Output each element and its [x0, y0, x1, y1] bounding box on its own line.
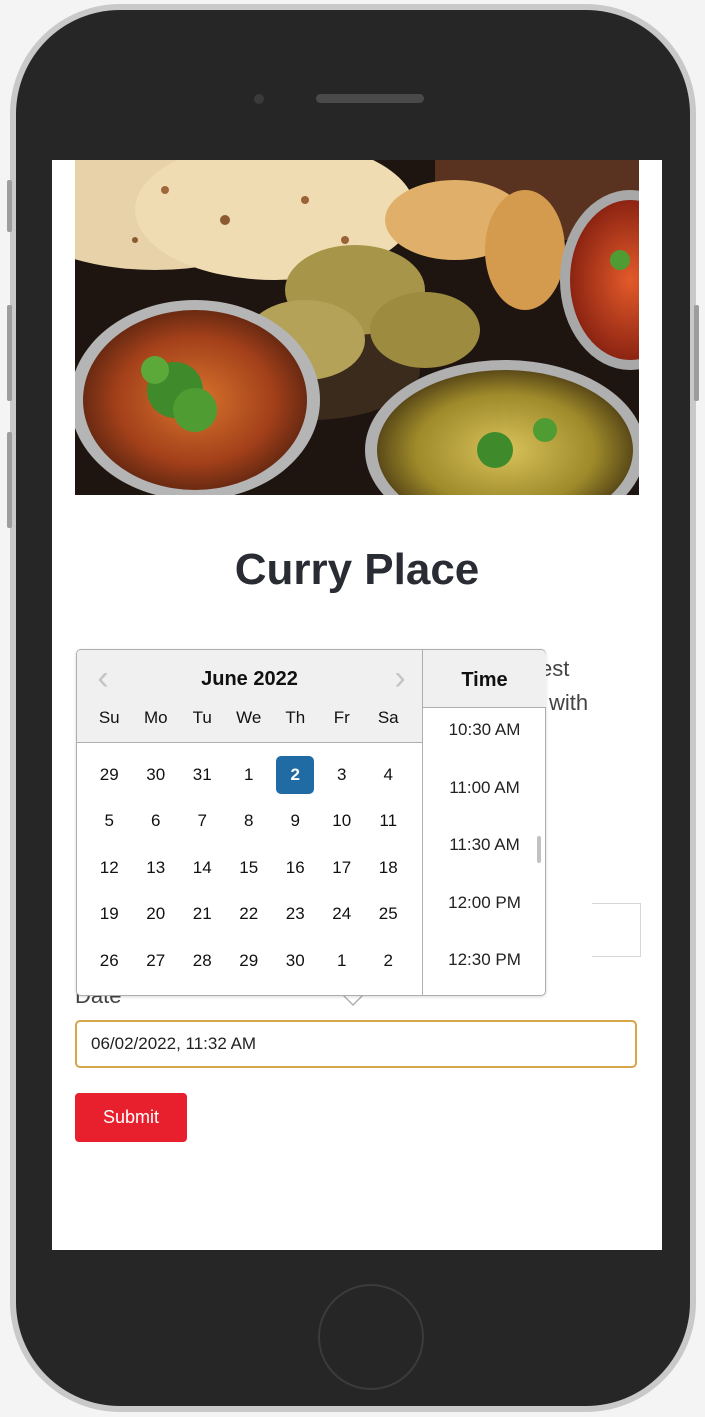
calendar-day[interactable]: 12: [90, 849, 128, 887]
calendar-day[interactable]: 29: [90, 756, 128, 794]
calendar-day[interactable]: 30: [276, 942, 314, 980]
time-option[interactable]: 11:00 AM: [423, 766, 546, 824]
phone-screen: Curry Place est l with Date Submit ‹ Jun…: [52, 160, 662, 1250]
date-field[interactable]: [75, 1020, 637, 1068]
calendar-day[interactable]: 25: [369, 895, 407, 933]
time-option[interactable]: 12:30 PM: [423, 938, 546, 996]
weekday-label: Tu: [192, 708, 212, 727]
calendar-day[interactable]: 17: [323, 849, 361, 887]
speaker-grille: [316, 94, 424, 103]
calendar-day[interactable]: 19: [90, 895, 128, 933]
calendar-days-grid: 29 30 31 1 2 3 4 5 6 7 8 9 10 11 12 13 1…: [86, 756, 412, 988]
calendar-day[interactable]: 24: [323, 895, 361, 933]
calendar-day[interactable]: 26: [90, 942, 128, 980]
calendar-day[interactable]: 28: [183, 942, 221, 980]
calendar-day[interactable]: 15: [230, 849, 268, 887]
weekday-label: We: [236, 708, 262, 727]
calendar-day-selected[interactable]: 2: [276, 756, 315, 794]
chevron-right-icon[interactable]: ›: [385, 658, 415, 698]
side-button-volume-up: [7, 305, 12, 401]
calendar-day[interactable]: 23: [276, 895, 314, 933]
calendar-day[interactable]: 1: [323, 942, 361, 980]
weekday-label: Fr: [333, 708, 350, 727]
calendar-day[interactable]: 14: [183, 849, 221, 887]
side-button-mute: [7, 180, 12, 232]
calendar-day[interactable]: 30: [137, 756, 175, 794]
side-button-power: [694, 305, 699, 401]
time-scrollbar[interactable]: [537, 836, 541, 863]
food-illustration: [75, 160, 639, 495]
month-label: June 2022: [201, 668, 298, 690]
hero-image: [75, 160, 639, 495]
time-option[interactable]: 10:30 AM: [423, 708, 546, 766]
time-list[interactable]: 10:30 AM 11:00 AM 11:30 AM 12:00 PM 12:3…: [423, 708, 546, 996]
calendar-week-row: 5 6 7 8 9 10 11: [86, 802, 412, 848]
submit-button[interactable]: Submit: [75, 1093, 187, 1142]
calendar-week-row: 12 13 14 15 16 17 18: [86, 849, 412, 895]
time-option[interactable]: 11:30 AM: [423, 823, 546, 881]
calendar-day[interactable]: 18: [369, 849, 407, 887]
page-title: Curry Place: [234, 545, 480, 594]
weekday-label: Sa: [377, 708, 399, 727]
time-header: Time: [423, 650, 546, 708]
weekday-label: Th: [285, 708, 306, 727]
calendar-day[interactable]: 6: [137, 802, 175, 840]
calendar-week-row: 29 30 31 1 2 3 4: [86, 756, 412, 802]
weekday-header-row: Su Mo Tu We Th Fr Sa: [86, 708, 412, 728]
time-option[interactable]: 12:00 PM: [423, 881, 546, 939]
calendar-day[interactable]: 1: [230, 756, 268, 794]
calendar-day[interactable]: 3: [323, 756, 361, 794]
calendar-day[interactable]: 31: [183, 756, 221, 794]
weekday-label: Su: [98, 708, 120, 727]
calendar-day[interactable]: 16: [276, 849, 314, 887]
datepicker-popup: ‹ June 2022 › Su Mo Tu We Th Fr Sa 29 30…: [76, 649, 546, 996]
calendar-day[interactable]: 9: [276, 802, 314, 840]
calendar-day[interactable]: 13: [137, 849, 175, 887]
calendar-week-row: 26 27 28 29 30 1 2: [86, 942, 412, 988]
side-button-volume-down: [7, 432, 12, 528]
calendar-day[interactable]: 8: [230, 802, 268, 840]
home-button[interactable]: [318, 1284, 424, 1390]
weekday-label: Mo: [143, 708, 168, 727]
calendar-day[interactable]: 27: [137, 942, 175, 980]
calendar-day[interactable]: 29: [230, 942, 268, 980]
calendar-day[interactable]: 2: [369, 942, 407, 980]
calendar-day[interactable]: 5: [90, 802, 128, 840]
calendar-day[interactable]: 21: [183, 895, 221, 933]
calendar-day[interactable]: 7: [183, 802, 221, 840]
calendar-panel: ‹ June 2022 › Su Mo Tu We Th Fr Sa 29 30…: [77, 650, 422, 995]
calendar-day[interactable]: 22: [230, 895, 268, 933]
calendar-day[interactable]: 20: [137, 895, 175, 933]
calendar-header: ‹ June 2022 › Su Mo Tu We Th Fr Sa: [77, 650, 422, 743]
calendar-day[interactable]: 4: [369, 756, 407, 794]
calendar-day[interactable]: 11: [369, 802, 407, 840]
time-panel: Time 10:30 AM 11:00 AM 11:30 AM 12:00 PM…: [422, 650, 546, 995]
calendar-day[interactable]: 10: [323, 802, 361, 840]
camera-icon: [254, 94, 264, 104]
calendar-week-row: 19 20 21 22 23 24 25: [86, 895, 412, 941]
name-field-partial[interactable]: [592, 903, 641, 957]
